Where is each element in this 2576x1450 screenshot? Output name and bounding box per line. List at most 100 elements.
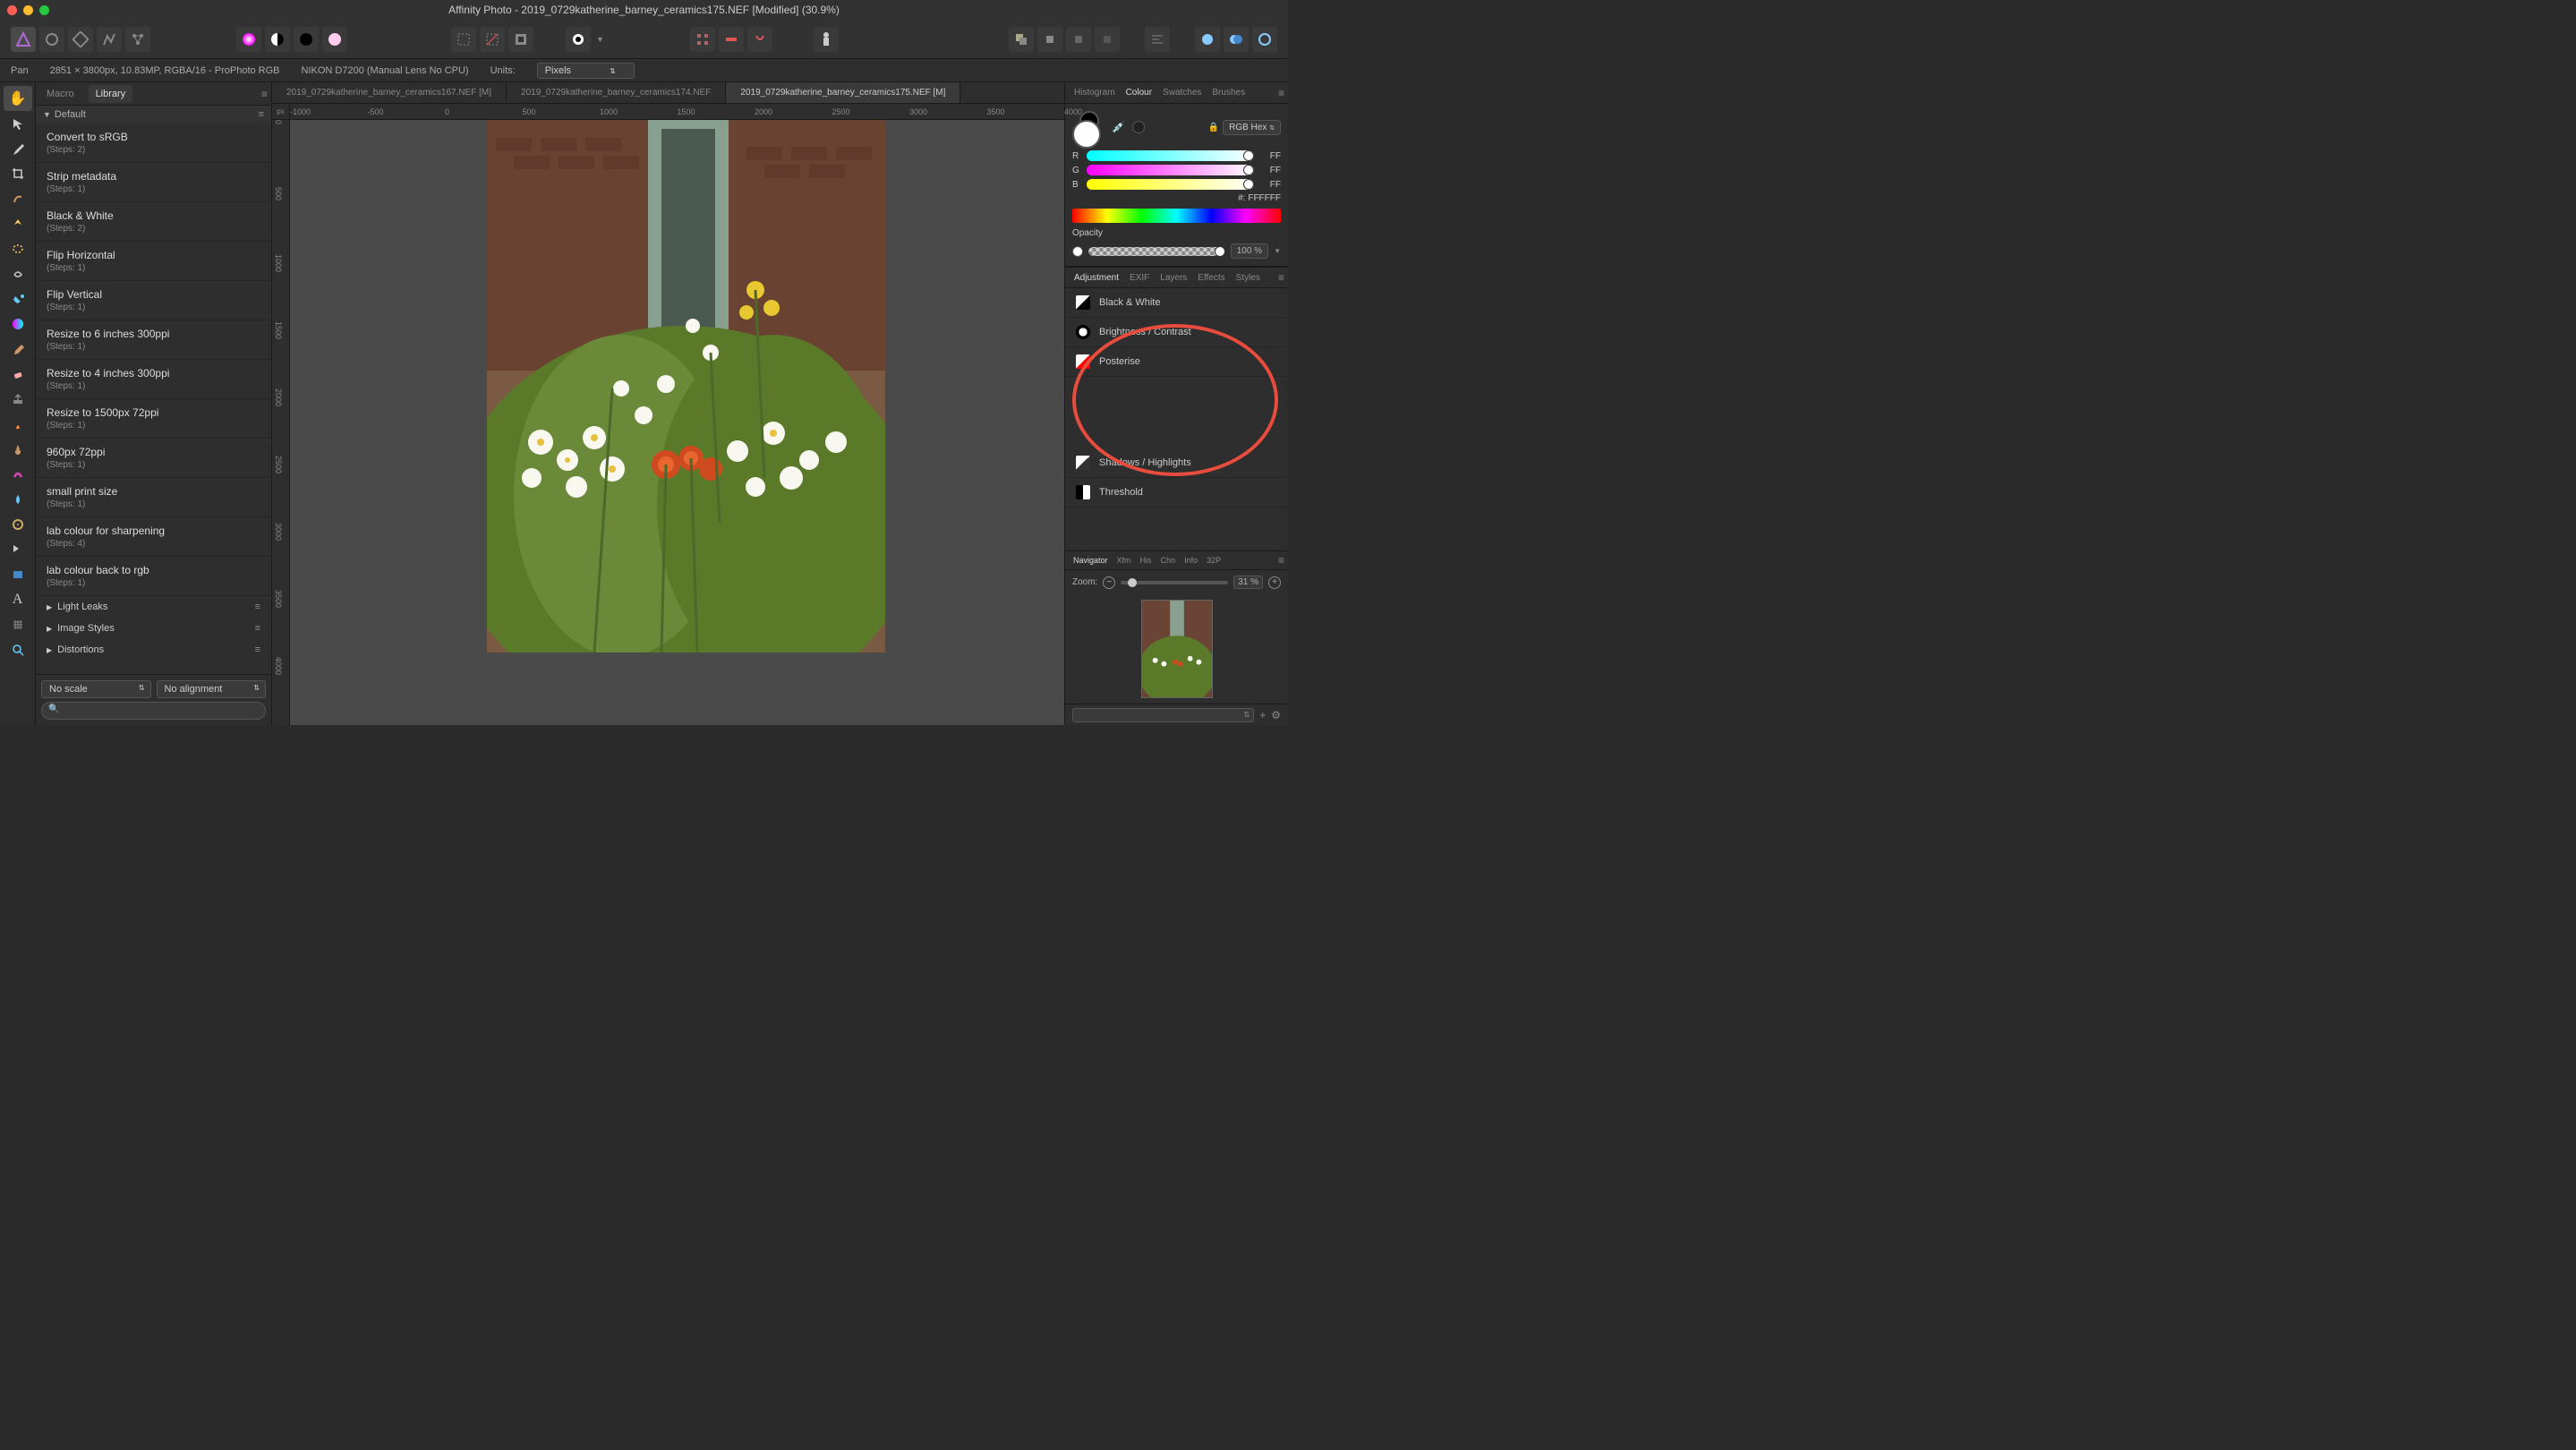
macro-category[interactable]: ▶Light Leaks≡ [36, 596, 271, 618]
zoom-tool-icon[interactable] [4, 637, 32, 662]
minimize-window[interactable] [23, 5, 33, 15]
green-slider[interactable] [1087, 165, 1254, 175]
zoom-in-icon[interactable]: + [1268, 576, 1281, 589]
navigator-panel-menu-icon[interactable]: ≡ [1278, 554, 1284, 567]
document-tab[interactable]: 2019_0729katherine_barney_ceramics174.NE… [507, 82, 726, 103]
adjustment-item[interactable]: Shadows / Highlights [1065, 448, 1288, 478]
adjustment-item[interactable]: Brightness / Contrast [1065, 318, 1288, 347]
effects-tab[interactable]: Effects [1192, 269, 1230, 286]
add-group-icon[interactable] [1252, 27, 1277, 52]
macro-item[interactable]: Flip Vertical(Steps: 1) [36, 281, 271, 320]
category-menu-icon[interactable]: ≡ [259, 109, 264, 120]
library-tab[interactable]: Library [89, 85, 133, 103]
document-tab[interactable]: 2019_0729katherine_barney_ceramics175.NE… [726, 82, 960, 103]
adjustment-item[interactable]: Black & White [1065, 288, 1288, 318]
exif-tab[interactable]: EXIF [1124, 269, 1155, 286]
arrange-forward-icon[interactable] [1066, 27, 1091, 52]
macro-item[interactable]: lab colour for sharpening(Steps: 4) [36, 517, 271, 557]
styles-tab[interactable]: Styles [1231, 269, 1266, 286]
rectangle-tool-icon[interactable] [4, 562, 32, 587]
spectrum-picker[interactable] [1072, 209, 1281, 223]
zoom-value[interactable]: 31 % [1233, 576, 1263, 589]
assistant-icon[interactable] [814, 27, 839, 52]
category-menu-icon[interactable]: ≡ [255, 623, 260, 634]
macro-category[interactable]: ▶Image Styles≡ [36, 618, 271, 639]
adjustment-panel-menu-icon[interactable]: ≡ [1278, 271, 1284, 284]
lock-icon[interactable]: 🔒 [1208, 123, 1219, 132]
macro-category[interactable]: ▶Distortions≡ [36, 639, 271, 661]
brushes-tab[interactable]: Brushes [1207, 84, 1250, 101]
macro-item[interactable]: Black & White(Steps: 2) [36, 202, 271, 242]
gradient-tool-icon[interactable] [4, 311, 32, 337]
adjustment-tab[interactable]: Adjustment [1069, 269, 1124, 286]
units-select[interactable]: Pixels ⇅ [537, 63, 635, 79]
selection-brush-tool-icon[interactable] [4, 186, 32, 211]
colour-wheel-icon[interactable] [236, 27, 261, 52]
zoom-slider[interactable] [1121, 581, 1228, 584]
category-menu-icon[interactable]: ≡ [255, 644, 260, 655]
pen-tool-icon[interactable] [4, 537, 32, 562]
primary-colour-swatch[interactable] [1072, 120, 1101, 149]
hex-value[interactable]: FFFFFF [1248, 193, 1281, 203]
transform-tab[interactable]: Xfm [1113, 553, 1136, 567]
macro-item[interactable]: lab colour back to rgb(Steps: 1) [36, 557, 271, 596]
alignment-select[interactable]: No alignment⇅ [157, 680, 267, 698]
green-value[interactable]: FF [1259, 166, 1281, 175]
quick-mask-icon[interactable] [566, 27, 591, 52]
close-window[interactable] [7, 5, 17, 15]
snap-toggle-icon[interactable] [719, 27, 744, 52]
mesh-warp-tool-icon[interactable] [4, 612, 32, 637]
library-category-header[interactable]: ▼ Default ≡ [36, 106, 271, 124]
force-pixel-align-icon[interactable] [747, 27, 772, 52]
channels-tab[interactable]: Chn [1156, 553, 1181, 567]
macro-tab[interactable]: Macro [39, 85, 81, 103]
paint-brush-tool-icon[interactable] [4, 337, 32, 362]
sponge-tool-icon[interactable] [4, 512, 32, 537]
move-tool-icon[interactable] [4, 111, 32, 136]
macro-item[interactable]: Resize to 1500px 72ppi(Steps: 1) [36, 399, 271, 439]
liquify-persona-icon[interactable] [39, 27, 64, 52]
navigator-thumbnail[interactable] [1141, 600, 1213, 698]
eyedropper-icon[interactable]: 💉 [1112, 121, 1125, 133]
marquee-tool-icon[interactable] [4, 236, 32, 261]
swatches-tab[interactable]: Swatches [1157, 84, 1207, 101]
hsl-adjust-icon[interactable] [294, 27, 319, 52]
blue-slider[interactable] [1087, 179, 1254, 190]
colour-mode-select[interactable]: RGB Hex ⇅ [1223, 120, 1281, 135]
macro-item[interactable]: Strip metadata(Steps: 1) [36, 163, 271, 202]
inpaint-tool-icon[interactable] [4, 412, 32, 437]
add-mask-icon[interactable] [1224, 27, 1249, 52]
export-persona-icon[interactable] [125, 27, 150, 52]
align-icon[interactable] [1145, 27, 1170, 52]
selection-invert-icon[interactable] [508, 27, 533, 52]
crop-tool-icon[interactable] [4, 161, 32, 186]
red-slider[interactable] [1087, 150, 1254, 161]
history-tab[interactable]: His [1136, 553, 1156, 567]
adjustment-item[interactable]: Threshold [1065, 478, 1288, 508]
red-value[interactable]: FF [1259, 151, 1281, 161]
tone-map-persona-icon[interactable] [97, 27, 122, 52]
colour-panel-menu-icon[interactable]: ≡ [1278, 87, 1284, 99]
dropdown-arrow-icon[interactable]: ▼ [594, 35, 604, 44]
colour-tab[interactable]: Colour [1121, 84, 1157, 101]
colour-picker-tool-icon[interactable] [4, 136, 32, 161]
blur-tool-icon[interactable] [4, 487, 32, 512]
navigator-tab[interactable]: Navigator [1069, 553, 1113, 567]
panel-menu-icon[interactable]: ≡ [261, 88, 268, 100]
snap-grid-icon[interactable] [690, 27, 715, 52]
erase-tool-icon[interactable] [4, 362, 32, 387]
preset-select[interactable]: ⇅ [1072, 708, 1254, 722]
arrange-back-icon[interactable] [1009, 27, 1034, 52]
arrange-front-icon[interactable] [1095, 27, 1120, 52]
histogram-tab[interactable]: Histogram [1069, 84, 1121, 101]
category-menu-icon[interactable]: ≡ [255, 601, 260, 612]
text-tool-icon[interactable]: A [4, 587, 32, 612]
macro-item[interactable]: 960px 72ppi(Steps: 1) [36, 439, 271, 478]
macro-item[interactable]: Convert to sRGB(Steps: 2) [36, 124, 271, 163]
32bit-preview-tab[interactable]: 32P [1202, 553, 1225, 567]
selection-marquee-icon[interactable] [451, 27, 476, 52]
opacity-value[interactable]: 100 % [1231, 243, 1268, 259]
maximize-window[interactable] [39, 5, 49, 15]
settings-icon[interactable]: ⚙ [1271, 709, 1281, 721]
macro-item[interactable]: Resize to 6 inches 300ppi(Steps: 1) [36, 320, 271, 360]
